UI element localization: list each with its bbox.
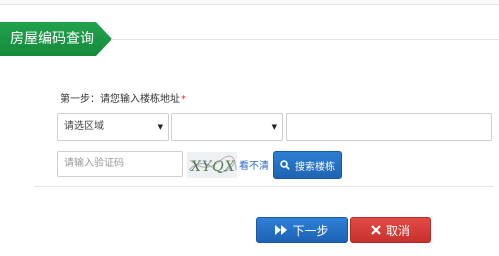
cancel-button-label: 取消 xyxy=(385,223,410,238)
captcha-image[interactable]: XYQX xyxy=(187,152,237,178)
top-border xyxy=(0,0,499,5)
page-title-ribbon: 房屋编码查询 xyxy=(0,22,112,56)
fast-forward-icon xyxy=(275,225,288,235)
title-divider xyxy=(111,39,499,40)
page-title: 房屋编码查询 xyxy=(10,31,94,47)
step-label-text: 第一步：请您输入楼栋地址 xyxy=(60,94,180,105)
search-building-button[interactable]: 搜索楼栋 xyxy=(273,151,342,179)
close-icon xyxy=(371,225,381,235)
next-step-button-label: 下一步 xyxy=(292,223,329,238)
district-select[interactable]: 请选区域 ▼ xyxy=(57,113,169,141)
search-building-button-label: 搜索楼栋 xyxy=(295,161,335,173)
next-step-button[interactable]: 下一步 xyxy=(256,217,348,243)
captcha-graphic: XYQX xyxy=(187,152,237,178)
district-select-value: 请选区域 xyxy=(64,121,104,132)
required-mark: * xyxy=(181,94,186,105)
street-select[interactable]: ▼ xyxy=(171,113,283,141)
captcha-input[interactable]: 请输入验证码 xyxy=(57,151,183,177)
refresh-captcha-link[interactable]: 看不清 xyxy=(239,157,269,172)
cancel-button[interactable]: 取消 xyxy=(350,217,431,243)
chevron-down-icon: ▼ xyxy=(157,123,163,131)
chevron-down-icon: ▼ xyxy=(271,123,277,131)
captcha-text: XYQX xyxy=(190,159,236,175)
address-input[interactable] xyxy=(286,113,492,141)
search-icon xyxy=(280,160,290,170)
captcha-input-placeholder: 请输入验证码 xyxy=(64,158,124,169)
form-divider xyxy=(34,186,494,187)
step-label: 第一步：请您输入楼栋地址* xyxy=(60,90,186,105)
